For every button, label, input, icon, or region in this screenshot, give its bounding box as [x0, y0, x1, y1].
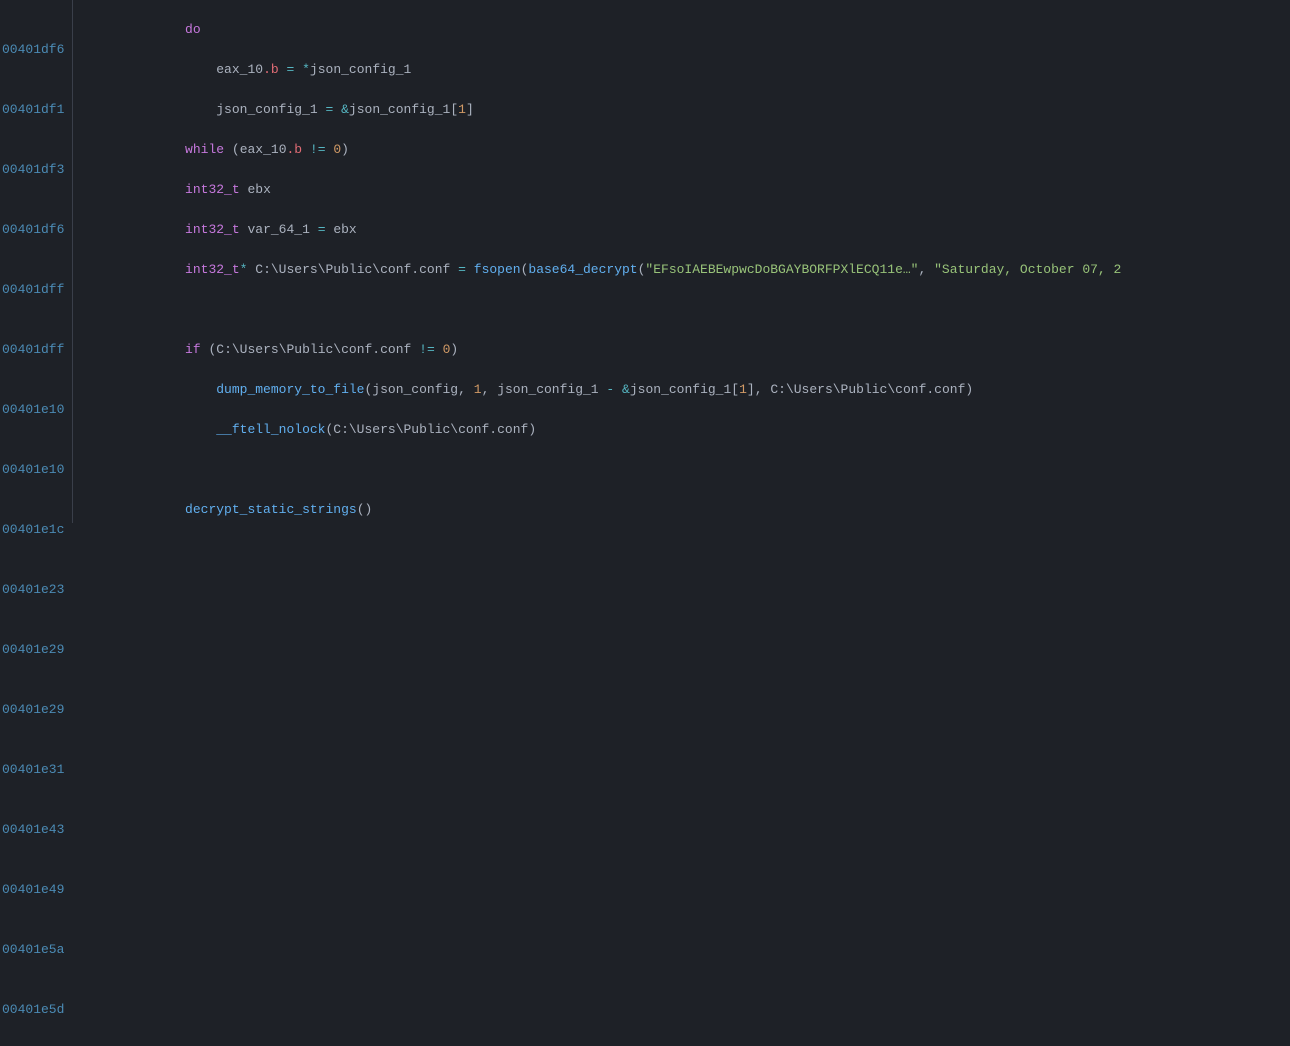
addr: 00401e10 [2, 400, 64, 420]
address-column: 00401df6 00401df1 00401df3 00401df6 0040… [0, 0, 72, 523]
code-line[interactable]: int32_t* C:\Users\Public\conf.conf = fso… [91, 260, 1290, 280]
code-line[interactable]: int32_t var_64_1 = ebx [91, 220, 1290, 240]
code-line[interactable]: do [91, 20, 1290, 40]
addr: 00401e49 [2, 880, 64, 900]
code-line[interactable]: if (C:\Users\Public\conf.conf != 0) [91, 340, 1290, 360]
code-line[interactable]: eax_10.b = *json_config_1 [91, 60, 1290, 80]
addr: 00401dff [2, 280, 64, 300]
code-line[interactable]: json_config_1 = &json_config_1[1] [91, 100, 1290, 120]
addr: 00401df6 [2, 220, 64, 240]
code-line[interactable]: dump_memory_to_file(json_config, 1, json… [91, 380, 1290, 400]
addr: 00401dff [2, 340, 64, 360]
code-line[interactable] [91, 300, 1290, 320]
addr: 00401e43 [2, 820, 64, 840]
addr: 00401e5a [2, 940, 64, 960]
divider [72, 0, 73, 523]
code-line[interactable]: __ftell_nolock(C:\Users\Public\conf.conf… [91, 420, 1290, 440]
addr: 00401e5d [2, 1000, 64, 1020]
addr: 00401df3 [2, 160, 64, 180]
addr: 00401e10 [2, 460, 64, 480]
addr: 00401e23 [2, 580, 64, 600]
code-line[interactable]: int32_t ebx [91, 180, 1290, 200]
addr: 00401e1c [2, 520, 64, 540]
code-line[interactable]: decrypt_static_strings() [91, 500, 1290, 520]
code-column[interactable]: do eax_10.b = *json_config_1 json_config… [91, 0, 1290, 523]
addr: 00401df6 [2, 40, 64, 60]
addr: 00401e29 [2, 640, 64, 660]
addr: 00401df1 [2, 100, 64, 120]
addr: 00401e29 [2, 700, 64, 720]
addr: 00401e31 [2, 760, 64, 780]
code-line[interactable] [91, 460, 1290, 480]
code-line[interactable]: while (eax_10.b != 0) [91, 140, 1290, 160]
